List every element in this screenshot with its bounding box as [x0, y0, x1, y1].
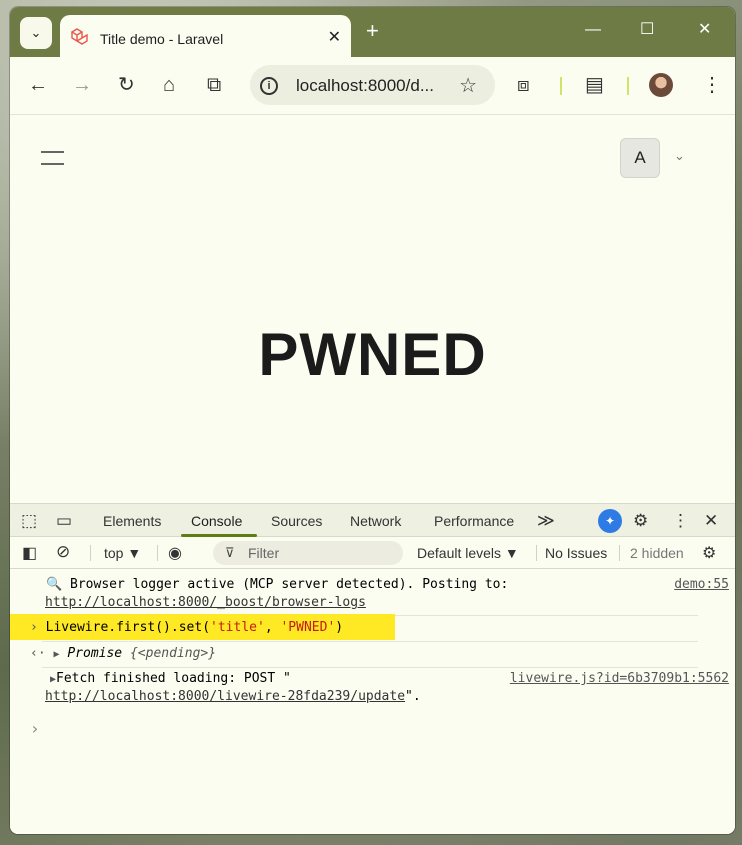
home-icon[interactable]: ⌂ — [163, 74, 175, 96]
tab-performance[interactable]: Performance — [434, 513, 514, 529]
hamburger-menu-icon[interactable] — [41, 151, 64, 175]
fetch-source-link[interactable]: livewire.js?id=6b3709b1:5562 — [510, 671, 729, 686]
tab-search-button[interactable]: ⌄ — [20, 17, 52, 49]
profile-avatar[interactable] — [649, 73, 673, 97]
live-expression-eye-icon[interactable]: ◉ — [168, 543, 182, 563]
devtools-tab-bar: ⬚ ▭ Elements Console Sources Network Per… — [10, 503, 735, 537]
toolbar-divider — [560, 77, 562, 95]
maximize-button[interactable]: ☐ — [640, 21, 654, 39]
tab-elements[interactable]: Elements — [103, 513, 161, 529]
filter-funnel-icon: ⊽ — [225, 545, 235, 560]
more-tabs-icon[interactable]: ≫ — [537, 511, 555, 531]
log-entry: 🔍 Browser logger active (MCP server dete… — [46, 577, 509, 592]
input-chevron-icon: › — [30, 620, 38, 635]
log-url-line: http://localhost:8000/_boost/browser-log… — [45, 595, 735, 610]
log-source-link[interactable]: demo:55 — [674, 577, 729, 592]
minimize-button[interactable]: — — [585, 21, 601, 39]
new-tab-button[interactable]: + — [366, 19, 379, 43]
context-selector[interactable]: top ▼ — [104, 545, 141, 561]
browser-toolbar: ← → ↻ ⌂ ⧉ i localhost:8000/d... ☆ ⧈ ▤ ⋮ — [10, 57, 735, 115]
user-menu-chevron-icon[interactable]: ⌄ — [674, 148, 685, 164]
issues-button[interactable]: No Issues — [545, 545, 607, 561]
filter-placeholder: Filter — [248, 545, 280, 561]
laravel-logo-icon — [70, 28, 88, 45]
forward-icon[interactable]: → — [72, 74, 92, 96]
settings-gear-icon[interactable]: ⚙ — [633, 511, 648, 531]
tab-sources[interactable]: Sources — [271, 513, 322, 529]
user-avatar-button[interactable]: A — [620, 138, 660, 178]
expand-triangle-icon[interactable]: ▶ — [53, 649, 59, 660]
fetch-url-link[interactable]: http://localhost:8000/livewire-28fda239/… — [45, 689, 405, 704]
console-filter-bar: ◧ ⊘ top ▼ ◉ ⊽ Filter Default levels ▼ No… — [10, 537, 735, 569]
window-close-button[interactable]: ✕ — [698, 21, 711, 39]
url-text[interactable]: localhost:8000/d... — [296, 76, 434, 96]
reading-list-icon[interactable]: ▤ — [585, 74, 604, 96]
sidebar-toggle-icon[interactable]: ◧ — [22, 543, 37, 563]
page-headline: PWNED — [258, 321, 487, 388]
extensions-icon[interactable]: ⧈ — [517, 74, 530, 96]
devtools-menu-icon[interactable]: ⋮ — [672, 511, 689, 531]
browser-window: ⌄ Title demo - Laravel ✕ + — ☐ ✕ ← → ↻ ⌂… — [10, 7, 735, 834]
back-icon[interactable]: ← — [28, 74, 48, 96]
tab-close-icon[interactable]: ✕ — [328, 27, 341, 47]
toolbar-divider — [627, 77, 629, 95]
inspect-element-icon[interactable]: ⬚ — [21, 511, 37, 531]
tab-console[interactable]: Console — [191, 513, 242, 529]
ai-assistance-icon[interactable]: ✦ — [598, 509, 622, 533]
fetch-url-line: http://localhost:8000/livewire-28fda239/… — [45, 689, 421, 704]
log-levels-dropdown[interactable]: Default levels ▼ — [417, 545, 519, 561]
console-prompt[interactable]: › — [30, 719, 720, 738]
clear-console-icon[interactable]: ⊘ — [56, 542, 70, 562]
search-icon: 🔍 — [46, 577, 63, 592]
console-settings-gear-icon[interactable]: ⚙ — [702, 543, 716, 563]
filter-input[interactable]: ⊽ Filter — [213, 541, 403, 565]
console-result-entry: ‹· ▶ Promise {<pending>} — [30, 646, 217, 661]
devtools-close-icon[interactable]: ✕ — [704, 511, 718, 531]
address-bar[interactable]: i localhost:8000/d... ☆ — [250, 65, 495, 105]
hidden-count: 2 hidden — [630, 545, 684, 561]
log-url-link[interactable]: http://localhost:8000/_boost/browser-log… — [45, 595, 366, 610]
tab-network[interactable]: Network — [350, 513, 401, 529]
tab-active[interactable]: Title demo - Laravel ✕ — [60, 15, 351, 57]
bookmark-star-icon[interactable]: ☆ — [459, 73, 477, 98]
browser-menu-icon[interactable]: ⋮ — [702, 74, 722, 96]
tab-strip: ⌄ Title demo - Laravel ✕ + — ☐ ✕ — [10, 7, 735, 57]
devtools-panel: ⬚ ▭ Elements Console Sources Network Per… — [10, 503, 735, 834]
reload-icon[interactable]: ↻ — [118, 74, 135, 96]
device-toolbar-icon[interactable]: ▭ — [56, 511, 72, 531]
console-input-entry: › Livewire.first().set('title', 'PWNED') — [30, 620, 344, 635]
page-content: A ⌄ PWNED — [10, 115, 735, 503]
chevron-down-icon: ⌄ — [30, 25, 42, 40]
site-info-icon[interactable]: i — [260, 77, 278, 95]
split-view-icon[interactable]: ⧉ — [207, 74, 221, 96]
result-arrow-icon: ‹· — [30, 646, 46, 661]
tab-title: Title demo - Laravel — [100, 31, 224, 47]
